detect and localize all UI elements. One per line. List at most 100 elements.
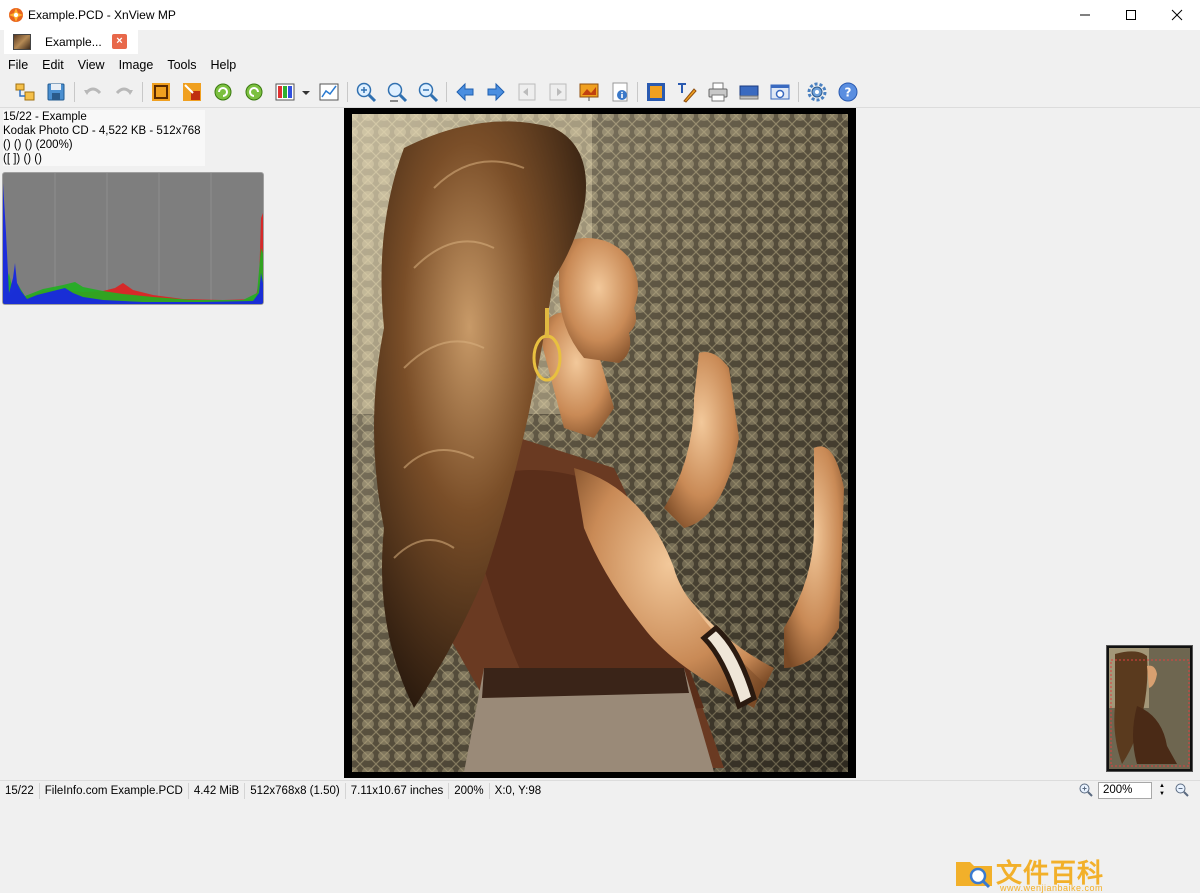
status-dimensions: 512x768x8 (1.50) xyxy=(245,782,346,799)
menu-tools[interactable]: Tools xyxy=(159,58,202,72)
resize-icon xyxy=(183,83,201,101)
svg-text:?: ? xyxy=(845,86,852,100)
navigator-thumbnail[interactable] xyxy=(1106,645,1193,772)
capture-button[interactable] xyxy=(769,81,791,103)
rotate-left-button[interactable] xyxy=(212,81,234,103)
status-zoom: 200% xyxy=(449,782,490,799)
watermark: 文件百科 www.wenjianbaike.com xyxy=(954,853,1104,893)
settings-icon xyxy=(807,82,827,102)
levels-button[interactable] xyxy=(318,81,340,103)
status-bar: 15/22 FileInfo.com Example.PCD 4.42 MiB … xyxy=(0,780,1200,800)
resize-button[interactable] xyxy=(181,81,203,103)
adjust-colors-icon xyxy=(275,83,295,101)
rotate-right-icon xyxy=(245,83,263,101)
histogram-blue xyxy=(3,183,263,304)
menu-file[interactable]: File xyxy=(0,58,34,72)
undo-button[interactable] xyxy=(82,81,104,103)
menu-image[interactable]: Image xyxy=(111,58,160,72)
rotate-right-button[interactable] xyxy=(243,81,265,103)
crop-icon xyxy=(152,83,170,101)
maximize-icon xyxy=(1126,10,1136,20)
photo-woman-at-fence xyxy=(344,108,856,778)
status-coords: X:0, Y:98 xyxy=(494,784,542,797)
info-line-3: () () () (200%) xyxy=(3,139,73,151)
crop-button[interactable] xyxy=(150,81,172,103)
tab-bar: Example... × xyxy=(0,30,1200,54)
menu-edit[interactable]: Edit xyxy=(34,58,70,72)
first-icon xyxy=(518,83,536,101)
histogram xyxy=(2,172,264,305)
previous-button[interactable] xyxy=(454,81,476,103)
tab-example[interactable]: Example... × xyxy=(4,30,138,54)
zoom-out-button[interactable] xyxy=(417,81,439,103)
help-icon: ? xyxy=(838,82,858,102)
browser-icon xyxy=(15,83,35,101)
zoom-out-small-icon[interactable] xyxy=(1174,782,1190,798)
last-button[interactable] xyxy=(547,81,569,103)
zoom-in-small-icon[interactable] xyxy=(1078,782,1094,798)
tab-label: Example... xyxy=(45,35,102,49)
maximize-button[interactable] xyxy=(1108,0,1154,30)
print-icon xyxy=(708,82,728,102)
tab-close-button[interactable]: × xyxy=(112,34,127,49)
image-viewer[interactable]: 15/22 - Example Kodak Photo CD - 4,522 K… xyxy=(0,108,1200,893)
scan-icon xyxy=(739,85,759,100)
browser-button[interactable] xyxy=(14,81,36,103)
tab-thumbnail xyxy=(13,34,31,50)
zoom-input[interactable]: 200% xyxy=(1098,781,1152,799)
scan-button[interactable] xyxy=(738,81,760,103)
menu-help[interactable]: Help xyxy=(203,58,243,72)
levels-icon xyxy=(319,83,339,101)
settings-button[interactable] xyxy=(806,81,828,103)
redo-icon xyxy=(115,87,133,95)
text-edit-icon xyxy=(678,83,697,103)
last-icon xyxy=(549,83,567,101)
xnview-logo-icon xyxy=(9,8,23,22)
first-button[interactable] xyxy=(516,81,538,103)
undo-icon xyxy=(84,87,102,95)
next-button[interactable] xyxy=(485,81,507,103)
folder-search-icon xyxy=(956,861,992,888)
dropdown-arrow-icon xyxy=(302,91,310,95)
minimize-button[interactable] xyxy=(1062,0,1108,30)
status-print-size: 7.11x10.67 inches xyxy=(346,782,450,799)
info-line-4: ([ ]) () () xyxy=(3,153,42,165)
slideshow-button[interactable] xyxy=(578,81,600,103)
window-title: Example.PCD - XnView MP xyxy=(28,8,176,22)
rotate-left-icon xyxy=(214,83,232,101)
text-edit-button[interactable] xyxy=(676,81,698,103)
spin-down-icon[interactable]: ▼ xyxy=(1156,790,1168,798)
help-button[interactable]: ? xyxy=(837,81,859,103)
zoom-in-icon xyxy=(356,82,377,103)
zoom-spinner[interactable]: ▲ ▼ xyxy=(1156,782,1168,799)
capture-icon xyxy=(770,84,790,100)
adjust-colors-button[interactable] xyxy=(274,81,296,103)
info-line-1: 15/22 - Example xyxy=(3,111,87,123)
properties-icon xyxy=(612,82,628,102)
fullscreen-button[interactable] xyxy=(645,81,667,103)
zoom-in-button[interactable] xyxy=(355,81,377,103)
redo-button[interactable] xyxy=(113,81,135,103)
menu-view[interactable]: View xyxy=(70,58,111,72)
info-line-2: Kodak Photo CD - 4,522 KB - 512x768 xyxy=(3,125,201,137)
previous-icon xyxy=(456,82,474,102)
fullscreen-icon xyxy=(647,83,665,101)
save-icon xyxy=(47,83,65,101)
histogram-chart xyxy=(3,173,263,304)
status-index: 15/22 xyxy=(0,782,40,799)
zoom-actual-icon xyxy=(387,82,408,103)
spin-up-icon[interactable]: ▲ xyxy=(1156,782,1168,790)
next-icon xyxy=(487,82,505,102)
close-window-button[interactable] xyxy=(1154,0,1200,30)
main-image[interactable] xyxy=(344,108,856,778)
properties-button[interactable] xyxy=(609,81,631,103)
zoom-actual-button[interactable] xyxy=(386,81,408,103)
zoom-out-icon xyxy=(418,82,439,103)
print-button[interactable] xyxy=(707,81,729,103)
close-icon xyxy=(1171,9,1183,21)
status-filename: FileInfo.com Example.PCD xyxy=(40,782,189,799)
status-filesize: 4.42 MiB xyxy=(189,782,246,799)
minimize-icon xyxy=(1080,14,1090,16)
save-button[interactable] xyxy=(45,81,67,103)
adjust-dropdown-button[interactable] xyxy=(300,81,312,103)
